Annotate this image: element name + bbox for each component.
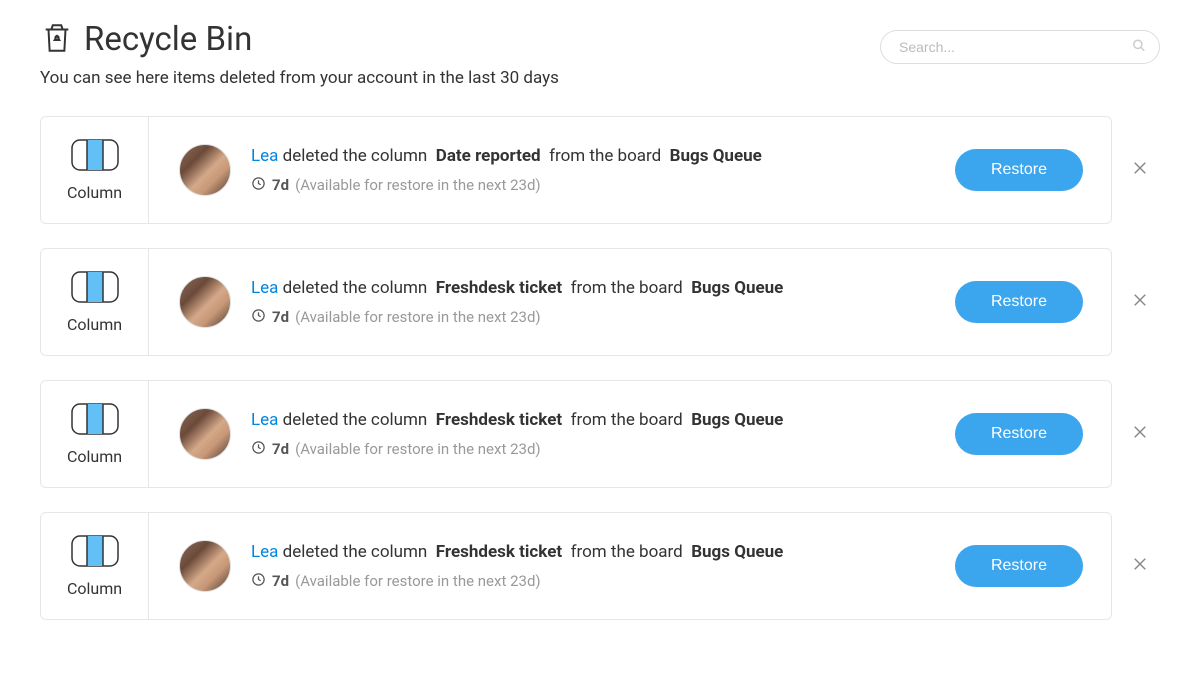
subject-name: Freshdesk ticket xyxy=(436,542,562,562)
subject-name: Freshdesk ticket xyxy=(436,278,562,298)
recycle-item-row: Column Lea deleted the column Freshdesk … xyxy=(40,380,1160,488)
dismiss-button[interactable] xyxy=(1120,555,1160,577)
meta-row: 7d (Available for restore in the next 23… xyxy=(251,176,955,195)
recycle-item-card: Column Lea deleted the column Freshdesk … xyxy=(40,380,1112,488)
dismiss-button[interactable] xyxy=(1120,291,1160,313)
meta-row: 7d (Available for restore in the next 23… xyxy=(251,572,955,591)
recycle-bin-icon xyxy=(40,21,74,59)
board-name: Bugs Queue xyxy=(691,410,783,430)
type-label: Column xyxy=(67,447,122,466)
search-icon xyxy=(1132,38,1146,57)
board-name: Bugs Queue xyxy=(670,146,762,166)
page-title: Recycle Bin xyxy=(84,20,252,59)
restore-button[interactable]: Restore xyxy=(955,149,1083,191)
restore-button[interactable]: Restore xyxy=(955,545,1083,587)
availability-text: (Available for restore in the next 23d) xyxy=(295,572,541,590)
activity-description: Lea deleted the column Date reported fro… xyxy=(251,146,955,166)
avatar xyxy=(179,408,231,460)
close-icon xyxy=(1131,159,1149,181)
type-cell: Column xyxy=(41,249,149,355)
board-name: Bugs Queue xyxy=(691,278,783,298)
column-icon xyxy=(71,535,119,571)
type-cell: Column xyxy=(41,513,149,619)
close-icon xyxy=(1131,555,1149,577)
subject-name: Freshdesk ticket xyxy=(436,410,562,430)
avatar xyxy=(179,144,231,196)
clock-icon xyxy=(251,176,266,195)
clock-icon xyxy=(251,440,266,459)
activity-description: Lea deleted the column Freshdesk ticket … xyxy=(251,410,955,430)
availability-text: (Available for restore in the next 23d) xyxy=(295,176,541,194)
user-link[interactable]: Lea xyxy=(251,146,278,166)
search-field[interactable] xyxy=(880,30,1160,64)
availability-text: (Available for restore in the next 23d) xyxy=(295,440,541,458)
age-text: 7d xyxy=(272,176,289,194)
close-icon xyxy=(1131,423,1149,445)
clock-icon xyxy=(251,308,266,327)
avatar xyxy=(179,276,231,328)
recycle-item-row: Column Lea deleted the column Freshdesk … xyxy=(40,512,1160,620)
recycle-item-card: Column Lea deleted the column Freshdesk … xyxy=(40,248,1112,356)
close-icon xyxy=(1131,291,1149,313)
board-name: Bugs Queue xyxy=(691,542,783,562)
type-label: Column xyxy=(67,183,122,202)
clock-icon xyxy=(251,572,266,591)
search-input[interactable] xyxy=(880,30,1160,64)
age-text: 7d xyxy=(272,572,289,590)
user-link[interactable]: Lea xyxy=(251,410,278,430)
page-subtitle: You can see here items deleted from your… xyxy=(40,68,1160,88)
user-link[interactable]: Lea xyxy=(251,542,278,562)
column-icon xyxy=(71,271,119,307)
dismiss-button[interactable] xyxy=(1120,423,1160,445)
user-link[interactable]: Lea xyxy=(251,278,278,298)
meta-row: 7d (Available for restore in the next 23… xyxy=(251,308,955,327)
subject-name: Date reported xyxy=(436,146,541,166)
availability-text: (Available for restore in the next 23d) xyxy=(295,308,541,326)
avatar xyxy=(179,540,231,592)
type-label: Column xyxy=(67,579,122,598)
type-label: Column xyxy=(67,315,122,334)
type-cell: Column xyxy=(41,381,149,487)
column-icon xyxy=(71,403,119,439)
age-text: 7d xyxy=(272,440,289,458)
recycle-item-row: Column Lea deleted the column Date repor… xyxy=(40,116,1160,224)
recycle-item-card: Column Lea deleted the column Date repor… xyxy=(40,116,1112,224)
recycle-item-row: Column Lea deleted the column Freshdesk … xyxy=(40,248,1160,356)
restore-button[interactable]: Restore xyxy=(955,281,1083,323)
meta-row: 7d (Available for restore in the next 23… xyxy=(251,440,955,459)
age-text: 7d xyxy=(272,308,289,326)
type-cell: Column xyxy=(41,117,149,223)
column-icon xyxy=(71,139,119,175)
recycle-item-card: Column Lea deleted the column Freshdesk … xyxy=(40,512,1112,620)
restore-button[interactable]: Restore xyxy=(955,413,1083,455)
activity-description: Lea deleted the column Freshdesk ticket … xyxy=(251,542,955,562)
dismiss-button[interactable] xyxy=(1120,159,1160,181)
activity-description: Lea deleted the column Freshdesk ticket … xyxy=(251,278,955,298)
